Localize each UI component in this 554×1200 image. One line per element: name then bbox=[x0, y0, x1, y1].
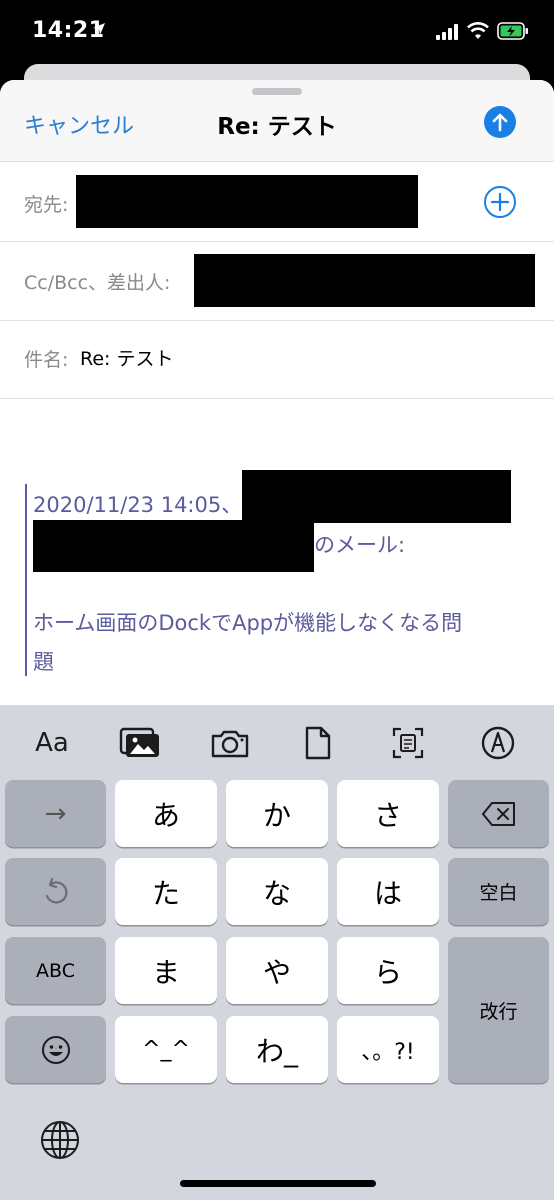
redacted-recipient bbox=[76, 175, 418, 228]
arrow-up-icon bbox=[492, 113, 508, 132]
key-delete[interactable] bbox=[448, 780, 549, 847]
redacted-sender bbox=[194, 254, 535, 307]
sheet-grabber[interactable] bbox=[252, 88, 302, 95]
delete-backward-icon bbox=[481, 801, 515, 826]
key-a[interactable]: あ bbox=[115, 780, 217, 847]
key-sa[interactable]: さ bbox=[337, 780, 439, 847]
quote-mail-suffix: のメール: bbox=[314, 533, 406, 557]
document-button[interactable] bbox=[296, 723, 340, 763]
emoji-icon bbox=[41, 1035, 70, 1064]
quote-subject-line: ホーム画面のDockでAppが機能しなくなる問 bbox=[33, 611, 463, 635]
subject-value[interactable]: Re: テスト bbox=[80, 344, 173, 371]
key-arrow-right[interactable]: → bbox=[5, 780, 106, 847]
key-emoji[interactable] bbox=[5, 1016, 106, 1083]
location-arrow-icon bbox=[93, 23, 105, 35]
scan-icon bbox=[392, 727, 424, 759]
quote-subject-line-2: 題 bbox=[33, 650, 54, 674]
key-na[interactable]: な bbox=[226, 858, 328, 925]
quote-bar bbox=[25, 484, 27, 676]
compose-title: Re: テスト bbox=[217, 114, 337, 140]
key-space[interactable]: 空白 bbox=[448, 858, 549, 925]
markup-icon bbox=[481, 726, 515, 760]
home-indicator[interactable] bbox=[180, 1180, 376, 1187]
globe-icon[interactable] bbox=[40, 1120, 80, 1160]
camera-icon bbox=[211, 730, 249, 758]
cellular-signal-icon bbox=[436, 24, 458, 40]
camera-button[interactable] bbox=[208, 723, 252, 763]
status-bar: 14:21 bbox=[0, 0, 554, 64]
key-ya[interactable]: や bbox=[226, 937, 328, 1004]
photo-library-button[interactable] bbox=[118, 723, 162, 763]
undo-icon bbox=[45, 877, 67, 904]
send-button[interactable] bbox=[484, 106, 516, 138]
key-emoticon[interactable]: ^_^ bbox=[115, 1016, 217, 1083]
wifi-icon bbox=[467, 22, 489, 39]
redacted-quote-sender-1 bbox=[242, 470, 511, 523]
key-wa[interactable]: わ_ bbox=[226, 1016, 328, 1083]
compose-sheet: キャンセル Re: テスト 宛先: Cc/Bcc、差出人: 件名: Re: テス… bbox=[0, 80, 554, 705]
redacted-quote-sender-2 bbox=[33, 520, 314, 572]
key-ta[interactable]: た bbox=[115, 858, 217, 925]
format-button[interactable]: Aa bbox=[30, 723, 74, 763]
key-return[interactable]: 改行 bbox=[448, 937, 549, 1083]
to-label: 宛先: bbox=[24, 194, 69, 216]
scan-document-button[interactable] bbox=[386, 723, 430, 763]
quote-date-line: 2020/11/23 14:05、 bbox=[33, 493, 243, 517]
format-toolbar: Aa bbox=[0, 705, 554, 777]
key-ha[interactable]: は bbox=[337, 858, 439, 925]
markup-button[interactable] bbox=[476, 723, 520, 763]
key-punctuation[interactable]: 、。?! bbox=[337, 1016, 439, 1083]
key-ma[interactable]: ま bbox=[115, 937, 217, 1004]
compose-nav-bar: キャンセル Re: テスト bbox=[0, 80, 554, 162]
battery-charging-icon bbox=[497, 22, 528, 40]
key-abc[interactable]: ABC bbox=[5, 937, 106, 1004]
key-ra[interactable]: ら bbox=[337, 937, 439, 1004]
key-undo[interactable] bbox=[5, 858, 106, 925]
key-ka[interactable]: か bbox=[226, 780, 328, 847]
document-icon bbox=[305, 726, 331, 760]
subject-label: 件名: bbox=[24, 349, 69, 371]
cc-bcc-label: Cc/Bcc、差出人: bbox=[24, 272, 171, 294]
add-contact-icon[interactable] bbox=[483, 185, 517, 219]
photo-library-icon bbox=[119, 727, 159, 757]
